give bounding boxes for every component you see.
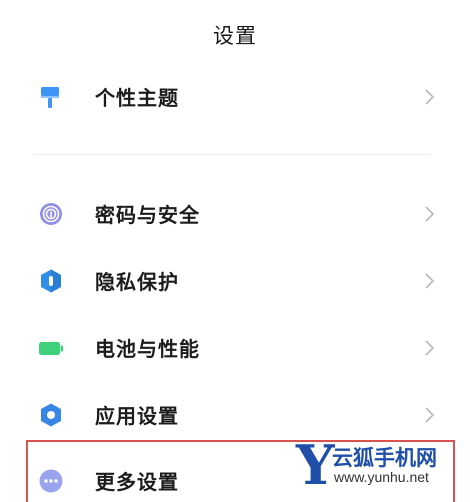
settings-item-privacy[interactable]: 隐私保护 xyxy=(0,254,470,308)
settings-item-label: 隐私保护 xyxy=(95,270,179,294)
page-title: 设置 xyxy=(213,24,257,48)
watermark-name: 云狐手机网 xyxy=(332,446,437,470)
settings-item-label: 应用设置 xyxy=(95,404,179,428)
watermark-logo: Y xyxy=(296,433,335,497)
settings-item-label: 电池与性能 xyxy=(95,337,200,361)
chevron-right-icon xyxy=(425,407,435,423)
gear-icon xyxy=(41,403,61,427)
privacy-shield-icon xyxy=(41,269,61,293)
settings-item-label: 个性主题 xyxy=(95,86,179,110)
chevron-right-icon xyxy=(425,89,435,105)
watermark: Y 云狐手机网 www.yunhu.net xyxy=(296,433,462,498)
settings-item-label: 密码与安全 xyxy=(95,203,200,227)
divider xyxy=(34,154,430,155)
battery-icon xyxy=(39,342,63,355)
chevron-right-icon xyxy=(425,273,435,289)
settings-screen: 设置 个性主题 密码与安全 隐私保护 电池与性能 应用设置 更多设置 Y 云狐手… xyxy=(0,0,470,502)
settings-item-app-settings[interactable]: 应用设置 xyxy=(0,388,470,442)
chevron-right-icon xyxy=(425,340,435,356)
settings-item-theme[interactable]: 个性主题 xyxy=(0,70,470,124)
settings-item-password-security[interactable]: 密码与安全 xyxy=(0,187,470,241)
fingerprint-icon xyxy=(40,203,62,225)
watermark-url: www.yunhu.net xyxy=(334,469,429,485)
chevron-right-icon xyxy=(425,206,435,222)
settings-item-battery-performance[interactable]: 电池与性能 xyxy=(0,321,470,375)
paint-roller-icon xyxy=(41,87,59,108)
